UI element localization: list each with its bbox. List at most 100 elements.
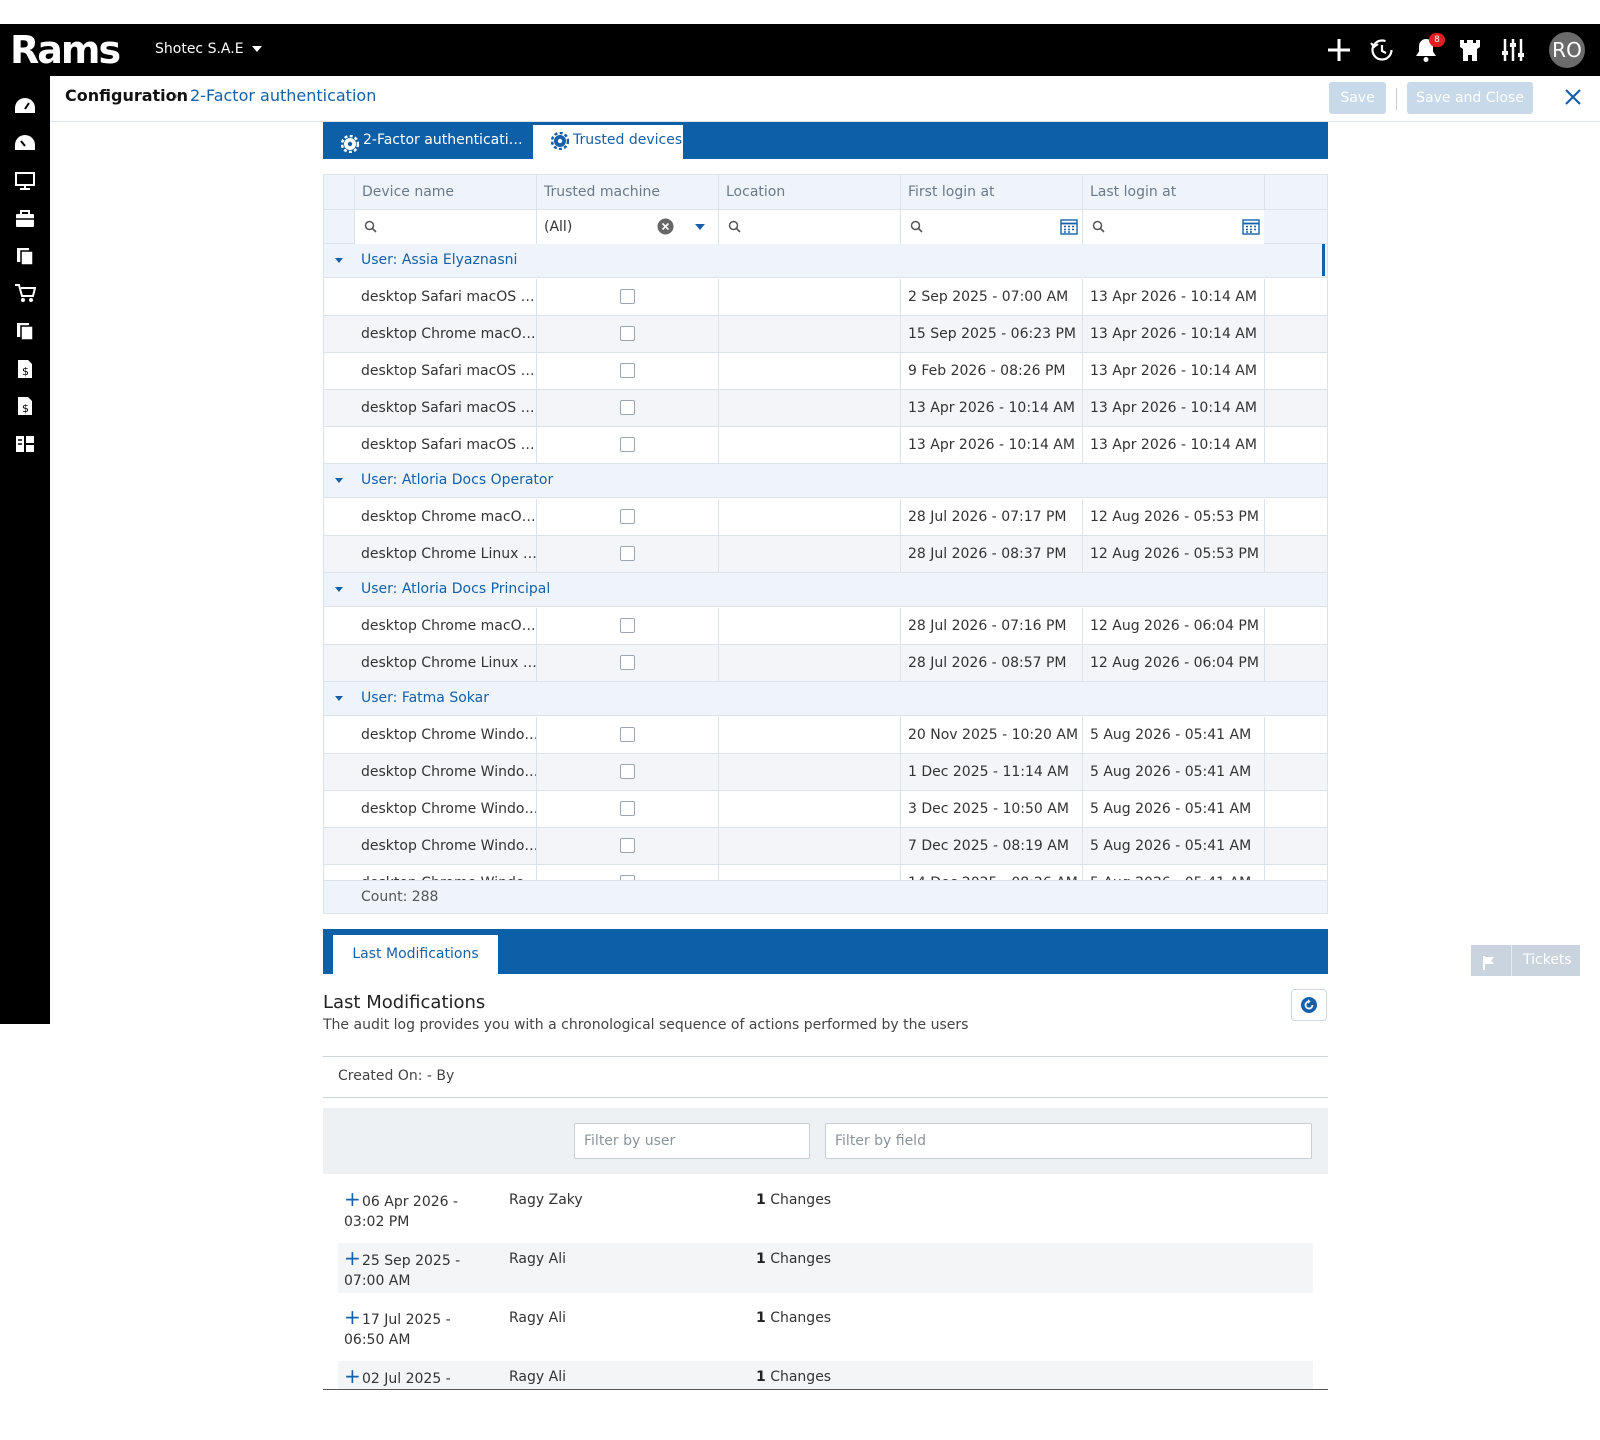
- left-sidebar: $ $: [0, 76, 50, 1024]
- table-row[interactable]: desktop Chrome macO… 28 Jul 2026 - 07:17 …: [324, 499, 1327, 536]
- app-logo[interactable]: Rams: [10, 30, 121, 70]
- spacer-cell: [1264, 754, 1327, 790]
- collapse-caret-icon[interactable]: [335, 587, 343, 592]
- bill-icon[interactable]: $: [13, 394, 37, 418]
- trusted-checkbox[interactable]: [620, 437, 635, 452]
- first-login-cell: 14 Dec 2025 - 08:26 AM: [900, 865, 1082, 880]
- table-row[interactable]: desktop Chrome Windo… 1 Dec 2025 - 11:14 …: [324, 754, 1327, 791]
- group-row[interactable]: User: Atloria Docs Principal: [324, 573, 1327, 607]
- close-icon[interactable]: [1560, 84, 1586, 110]
- trusted-checkbox[interactable]: [620, 363, 635, 378]
- audit-entry[interactable]: +06 Apr 2026 - 03:02 PM Ragy Zaky 1 Change…: [338, 1184, 1313, 1234]
- table-row[interactable]: desktop Chrome macO… 28 Jul 2026 - 07:16 …: [324, 608, 1327, 645]
- last-modifications-subtitle: The audit log provides you with a chrono…: [323, 1017, 969, 1033]
- tab-trusted-devices[interactable]: Trusted devices: [533, 122, 683, 159]
- table-row[interactable]: desktop Chrome Windo… 7 Dec 2025 - 08:19 …: [324, 828, 1327, 865]
- briefcase-icon[interactable]: [13, 207, 37, 231]
- trusted-checkbox[interactable]: [620, 618, 635, 633]
- first-login-filter[interactable]: [900, 210, 1082, 244]
- chevron-down-icon[interactable]: [695, 224, 705, 230]
- save-and-close-button[interactable]: Save and Close: [1407, 82, 1533, 114]
- breadcrumb-root[interactable]: Configuration: [65, 86, 188, 105]
- trusted-checkbox[interactable]: [620, 727, 635, 742]
- cart-icon[interactable]: [13, 281, 37, 305]
- gauge-icon[interactable]: [13, 131, 37, 155]
- trusted-checkbox[interactable]: [620, 400, 635, 415]
- trusted-checkbox[interactable]: [620, 801, 635, 816]
- location-filter[interactable]: [718, 210, 900, 244]
- user-avatar[interactable]: RO: [1549, 32, 1585, 68]
- refresh-button[interactable]: [1291, 989, 1327, 1021]
- grid-scrollbar[interactable]: [1322, 244, 1325, 276]
- table-row[interactable]: desktop Chrome Linux … 28 Jul 2026 - 08:5…: [324, 645, 1327, 682]
- tab-label: Trusted devices: [573, 132, 683, 148]
- filter-by-field-input[interactable]: [825, 1123, 1312, 1159]
- tickets-button[interactable]: Tickets: [1471, 945, 1580, 976]
- calendar-icon[interactable]: [1242, 218, 1260, 239]
- trusted-checkbox[interactable]: [620, 546, 635, 561]
- tab-label: 2-Factor authenticati…: [363, 132, 523, 148]
- location-cell: [718, 754, 900, 790]
- table-row[interactable]: desktop Safari macOS … 13 Apr 2026 - 10:1…: [324, 427, 1327, 464]
- trusted-checkbox[interactable]: [620, 764, 635, 779]
- collapse-caret-icon[interactable]: [335, 696, 343, 701]
- bell-icon[interactable]: 8: [1411, 33, 1445, 65]
- changes-label: Changes: [770, 1192, 832, 1208]
- plus-icon[interactable]: [1324, 35, 1354, 65]
- castle-icon[interactable]: [1455, 35, 1485, 65]
- table-row[interactable]: desktop Chrome Windo… 3 Dec 2025 - 10:50 …: [324, 791, 1327, 828]
- clear-icon[interactable]: [657, 218, 674, 239]
- column-header-first-login[interactable]: First login at: [900, 175, 1082, 210]
- sliders-icon[interactable]: [1498, 35, 1528, 65]
- first-login-cell: 3 Dec 2025 - 10:50 AM: [900, 791, 1082, 827]
- table-row[interactable]: desktop Chrome Linux … 28 Jul 2026 - 08:3…: [324, 536, 1327, 573]
- audit-entry[interactable]: +25 Sep 2025 - 07:00 AM Ragy Ali 1 Changes: [338, 1243, 1313, 1293]
- dashboard-icon[interactable]: [13, 94, 37, 118]
- group-row[interactable]: User: Assia Elyaznasni: [324, 244, 1327, 278]
- first-login-cell: 20 Nov 2025 - 10:20 AM: [900, 717, 1082, 753]
- trusted-checkbox[interactable]: [620, 326, 635, 341]
- collapse-caret-icon[interactable]: [335, 258, 343, 263]
- company-name: Shotec S.A.E: [155, 41, 244, 57]
- trusted-checkbox[interactable]: [620, 655, 635, 670]
- first-login-cell: 2 Sep 2025 - 07:00 AM: [900, 279, 1082, 315]
- history-icon[interactable]: [1367, 35, 1397, 65]
- column-header-device-name[interactable]: Device name: [354, 175, 536, 210]
- trusted-checkbox[interactable]: [620, 838, 635, 853]
- page-header: Configuration › 2-Factor authentication …: [50, 76, 1600, 122]
- copy-icon[interactable]: [13, 319, 37, 343]
- collapse-caret-icon[interactable]: [335, 478, 343, 483]
- trusted-machine-filter[interactable]: (All): [536, 210, 718, 244]
- column-header-last-login[interactable]: Last login at: [1082, 175, 1264, 210]
- top-bar: Rams Shotec S.A.E 8 RO: [0, 24, 1600, 76]
- calendar-icon[interactable]: [1060, 218, 1078, 239]
- device-name-filter[interactable]: [354, 210, 536, 244]
- table-row[interactable]: desktop Chrome Windo… 14 Dec 2025 - 08:26…: [324, 865, 1327, 880]
- company-selector[interactable]: Shotec S.A.E: [155, 41, 262, 57]
- trusted-machine-cell: [536, 316, 718, 352]
- layout-icon[interactable]: [13, 432, 37, 456]
- table-row[interactable]: desktop Chrome Windo… 20 Nov 2025 - 10:20…: [324, 717, 1327, 754]
- table-row[interactable]: desktop Chrome macO… 15 Sep 2025 - 06:23 …: [324, 316, 1327, 353]
- table-row[interactable]: desktop Safari macOS … 9 Feb 2026 - 08:26…: [324, 353, 1327, 390]
- save-button[interactable]: Save: [1329, 82, 1386, 114]
- filter-by-user-input[interactable]: [574, 1123, 810, 1159]
- monitor-icon[interactable]: [13, 169, 37, 193]
- group-row[interactable]: User: Fatma Sokar: [324, 682, 1327, 716]
- table-row[interactable]: desktop Safari macOS … 13 Apr 2026 - 10:1…: [324, 390, 1327, 427]
- group-row[interactable]: User: Atloria Docs Operator: [324, 464, 1327, 498]
- audit-changes: 1 Changes: [756, 1192, 831, 1208]
- audit-entry[interactable]: +02 Jul 2025 - Ragy Ali 1 Changes: [338, 1361, 1313, 1390]
- tab-last-modifications[interactable]: Last Modifications: [333, 935, 498, 974]
- last-login-cell: 13 Apr 2026 - 10:14 AM: [1082, 390, 1264, 426]
- table-row[interactable]: desktop Safari macOS … 2 Sep 2025 - 07:00…: [324, 279, 1327, 316]
- column-header-trusted-machine[interactable]: Trusted machine: [536, 175, 718, 210]
- trusted-checkbox[interactable]: [620, 289, 635, 304]
- tab-2fa-settings[interactable]: 2-Factor authenticati…: [323, 122, 533, 159]
- last-login-filter[interactable]: [1082, 210, 1264, 244]
- invoice-icon[interactable]: $: [13, 357, 37, 381]
- audit-entry[interactable]: +17 Jul 2025 - 06:50 AM Ragy Ali 1 Changes: [338, 1302, 1313, 1352]
- trusted-checkbox[interactable]: [620, 509, 635, 524]
- column-header-location[interactable]: Location: [718, 175, 900, 210]
- documents-icon[interactable]: [13, 244, 37, 268]
